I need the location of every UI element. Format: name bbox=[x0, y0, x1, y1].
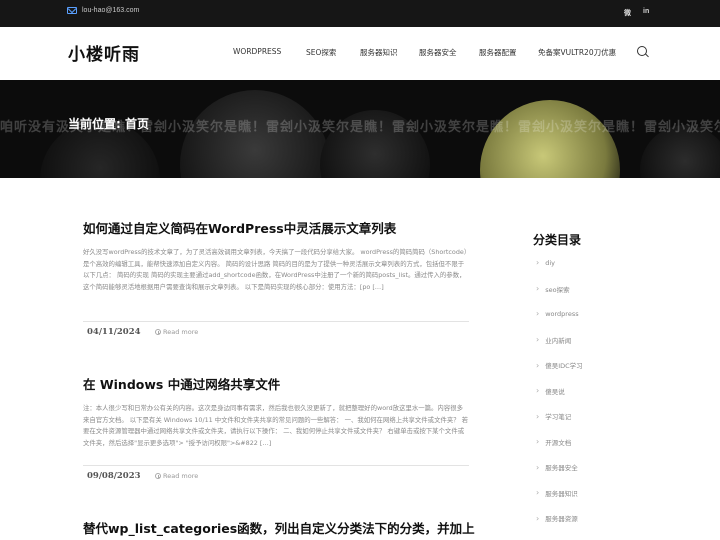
chevron-right-icon: › bbox=[536, 284, 540, 293]
category-item-server-knowledge[interactable]: › 服务器知识 bbox=[536, 488, 578, 498]
mail-icon bbox=[67, 7, 77, 14]
read-more-label: Read more bbox=[163, 328, 199, 336]
nav-item-seo[interactable]: SEO探索 bbox=[306, 47, 336, 58]
chevron-right-icon: › bbox=[536, 488, 540, 497]
nav-item-server-knowledge[interactable]: 服务器知识 bbox=[360, 47, 398, 58]
post-date: 04/11/2024 bbox=[87, 327, 141, 337]
post-card: 替代wp_list_categories函数，列出自定义分类法下的分类，并加上 bbox=[83, 521, 475, 537]
clock-icon bbox=[155, 329, 161, 335]
category-label: 傻吴IDC学习 bbox=[545, 362, 583, 370]
search-icon[interactable] bbox=[637, 46, 647, 56]
post-card: 在 Windows 中通过网络共享文件 注：本人很少写和日常办公有关的内容。这次… bbox=[83, 377, 469, 481]
nav-item-wordpress[interactable]: WORDPRESS bbox=[233, 47, 281, 56]
page-hero: 咱听没有汲笑尔是瞧！雷刽小汲笑尔是瞧！雷刽小汲笑尔是瞧！雷刽小汲笑尔是瞧！雷刽小… bbox=[0, 80, 720, 178]
category-item-industry-news[interactable]: › 业内新闻 bbox=[536, 335, 571, 345]
top-bar: lou-hao@163.com 微 in bbox=[0, 0, 720, 27]
email-text: lou-hao@163.com bbox=[82, 7, 140, 14]
read-more-link[interactable]: Read more bbox=[155, 328, 198, 336]
post-excerpt: 好久没写wordPress的技术文章了，为了灵活高效调用文章列表，今天搞了一段代… bbox=[83, 248, 468, 291]
category-item-wordpress[interactable]: › wordpress bbox=[536, 309, 579, 318]
category-item-server-resources[interactable]: › 服务器资源 bbox=[536, 513, 578, 524]
contact-email[interactable]: lou-hao@163.com bbox=[67, 7, 139, 14]
post-title[interactable]: 如何通过自定义简码在WordPress中灵活展示文章列表 bbox=[83, 221, 469, 237]
category-label: 业内新闻 bbox=[545, 336, 572, 345]
nav-item-server-config[interactable]: 服务器配置 bbox=[479, 47, 517, 58]
category-item-idc-study[interactable]: › 傻吴IDC学习 bbox=[536, 360, 583, 371]
category-item-diy[interactable]: › diy bbox=[536, 258, 555, 267]
category-item-server-security[interactable]: › 服务器安全 bbox=[536, 462, 578, 473]
category-item-blog[interactable]: › 傻吴说 bbox=[536, 386, 565, 396]
chevron-right-icon: › bbox=[536, 258, 540, 267]
chevron-right-icon: › bbox=[536, 309, 540, 318]
category-item-open-source-docs[interactable]: › 开源文档 bbox=[536, 437, 571, 447]
nav-item-vultr-promo[interactable]: 免备案VULTR20刀优惠 bbox=[538, 47, 616, 58]
main-nav: WORDPRESS SEO探索 服务器知识 服务器安全 服务器配置 免备案VUL… bbox=[0, 47, 720, 61]
post-meta: 04/11/2024 Read more bbox=[83, 321, 469, 345]
weibo-icon[interactable]: 微 bbox=[624, 8, 631, 18]
site-header: 小楼听雨 WORDPRESS SEO探索 服务器知识 服务器安全 服务器配置 免… bbox=[0, 27, 720, 80]
chevron-right-icon: › bbox=[536, 513, 540, 523]
clock-icon bbox=[155, 473, 161, 479]
category-item-seo[interactable]: › seo探索 bbox=[536, 284, 570, 294]
post-date: 09/08/2023 bbox=[87, 471, 141, 481]
chevron-right-icon: › bbox=[536, 360, 540, 370]
chevron-right-icon: › bbox=[536, 335, 540, 344]
category-label: diy bbox=[545, 258, 555, 267]
category-label: 服务器资源 bbox=[545, 515, 578, 523]
read-more-label: Read more bbox=[163, 472, 199, 480]
category-label: wordpress bbox=[545, 309, 579, 318]
category-label: 傻吴说 bbox=[545, 387, 565, 396]
nav-item-server-security[interactable]: 服务器安全 bbox=[419, 47, 457, 58]
linkedin-icon[interactable]: in bbox=[643, 8, 649, 15]
category-label: seo探索 bbox=[545, 285, 570, 294]
category-sidebar: 分类目录 › diy › seo探索 › wordpress › 业内新闻 › 傻吴IDC… bbox=[533, 231, 683, 523]
chevron-right-icon: › bbox=[536, 386, 540, 395]
sidebar-title: 分类目录 bbox=[533, 233, 582, 247]
post-card: 如何通过自定义简码在WordPress中灵活展示文章列表 好久没写wordPre… bbox=[83, 221, 469, 337]
chevron-right-icon: › bbox=[536, 462, 540, 472]
category-label: 学习笔记 bbox=[545, 413, 572, 421]
read-more-link[interactable]: Read more bbox=[155, 472, 198, 480]
post-excerpt: 注：本人很少写和日常办公有关的内容。这次是身边同事有需求，然后我也很久没更新了，… bbox=[83, 404, 469, 447]
category-label: 开源文档 bbox=[545, 438, 572, 447]
category-item-study-notes[interactable]: › 学习笔记 bbox=[536, 411, 572, 422]
breadcrumb: 当前位置: 首页 bbox=[68, 117, 149, 131]
category-label: 服务器知识 bbox=[545, 489, 578, 498]
post-title[interactable]: 在 Windows 中通过网络共享文件 bbox=[83, 377, 469, 393]
hero-bokeh bbox=[480, 100, 620, 178]
post-meta: 09/08/2023 Read more bbox=[83, 465, 469, 489]
category-label: 服务器安全 bbox=[545, 464, 578, 472]
post-title[interactable]: 替代wp_list_categories函数，列出自定义分类法下的分类，并加上 bbox=[83, 521, 475, 537]
chevron-right-icon: › bbox=[536, 437, 540, 446]
chevron-right-icon: › bbox=[536, 411, 540, 421]
